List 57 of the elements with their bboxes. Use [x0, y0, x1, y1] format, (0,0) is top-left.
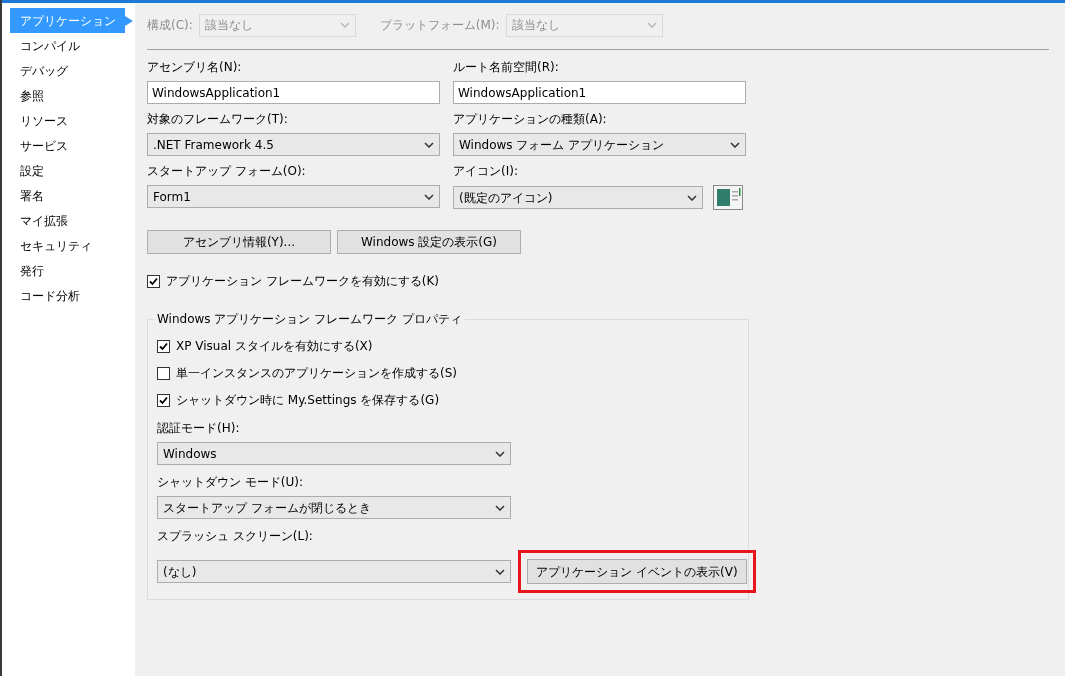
caret-icon [687, 194, 697, 201]
caret-icon [495, 450, 505, 457]
checkbox-label: XP Visual スタイルを有効にする(X) [176, 338, 373, 355]
checkbox[interactable] [157, 393, 170, 407]
sidebar-item[interactable]: 発行 [10, 258, 125, 283]
sidebar-item[interactable]: 設定 [10, 158, 125, 183]
dropdown[interactable]: Windows フォーム アプリケーション [453, 133, 746, 156]
checkmark-icon [149, 276, 158, 286]
dropdown[interactable]: Form1 [147, 185, 440, 208]
caret-icon [339, 22, 350, 28]
dropdown[interactable]: .NET Framework 4.5 [147, 133, 440, 156]
sidebar-item[interactable]: リソース [10, 108, 125, 133]
group-title: Windows アプリケーション フレームワーク プロパティ [154, 310, 465, 328]
checkbox[interactable] [147, 274, 160, 288]
checkbox-label: シャットダウン時に My.Settings を保存する(G) [176, 392, 440, 409]
field-label: アイコン(I): [453, 163, 519, 180]
checkbox[interactable] [157, 366, 170, 380]
caret-icon [424, 193, 434, 200]
caret-icon [730, 141, 740, 148]
field-label: ルート名前空間(R): [453, 59, 560, 76]
text-field[interactable]: WindowsApplication1 [147, 81, 440, 104]
action-button[interactable]: アセンブリ情報(Y)... [147, 230, 331, 254]
caret-icon [495, 568, 505, 575]
sidebar-item[interactable]: マイ拡張 [10, 208, 125, 233]
checkmark-icon [159, 395, 168, 405]
action-button[interactable]: Windows 設定の表示(G) [337, 230, 521, 254]
application-icon-preview[interactable] [713, 185, 743, 210]
dropdown[interactable]: (既定のアイコン) [453, 186, 703, 209]
field-label: アセンブリ名(N): [147, 59, 243, 76]
dropdown[interactable]: Windows [157, 442, 511, 465]
config-label: 構成(C): [147, 17, 193, 34]
config-label: プラットフォーム(M): [379, 17, 500, 34]
sidebar-item[interactable]: セキュリティ [10, 233, 125, 258]
dropdown[interactable]: スタートアップ フォームが閉じるとき [157, 496, 511, 519]
sidebar-item[interactable]: コード分析 [10, 283, 125, 308]
field-label: アプリケーションの種類(A): [453, 111, 608, 128]
caret-icon [424, 141, 434, 148]
sidebar-item[interactable]: 参照 [10, 83, 125, 108]
caret-icon [495, 504, 505, 511]
field-label: スプラッシュ スクリーン(L): [157, 528, 314, 545]
show-events-button[interactable]: アプリケーション イベントの表示(V) [527, 559, 747, 584]
sidebar-item[interactable]: コンパイル [10, 33, 125, 58]
selection-pointer-icon [125, 16, 133, 26]
field-label: シャットダウン モード(U): [157, 474, 304, 491]
sidebar-item[interactable]: 署名 [10, 183, 125, 208]
field-label: 認証モード(H): [157, 420, 241, 437]
dropdown[interactable]: (なし) [157, 560, 511, 583]
text-field[interactable]: WindowsApplication1 [453, 81, 746, 104]
checkbox-label: 単一インスタンスのアプリケーションを作成する(S) [176, 365, 457, 382]
field-label: 対象のフレームワーク(T): [147, 111, 289, 128]
checkmark-icon [159, 341, 168, 351]
sidebar-item[interactable]: サービス [10, 133, 125, 158]
checkbox[interactable] [157, 339, 170, 353]
field-label: スタートアップ フォーム(O): [147, 163, 307, 180]
checkbox-label: アプリケーション フレームワークを有効にする(K) [166, 273, 440, 290]
caret-icon [646, 22, 657, 28]
sidebar-item[interactable]: デバッグ [10, 58, 125, 83]
